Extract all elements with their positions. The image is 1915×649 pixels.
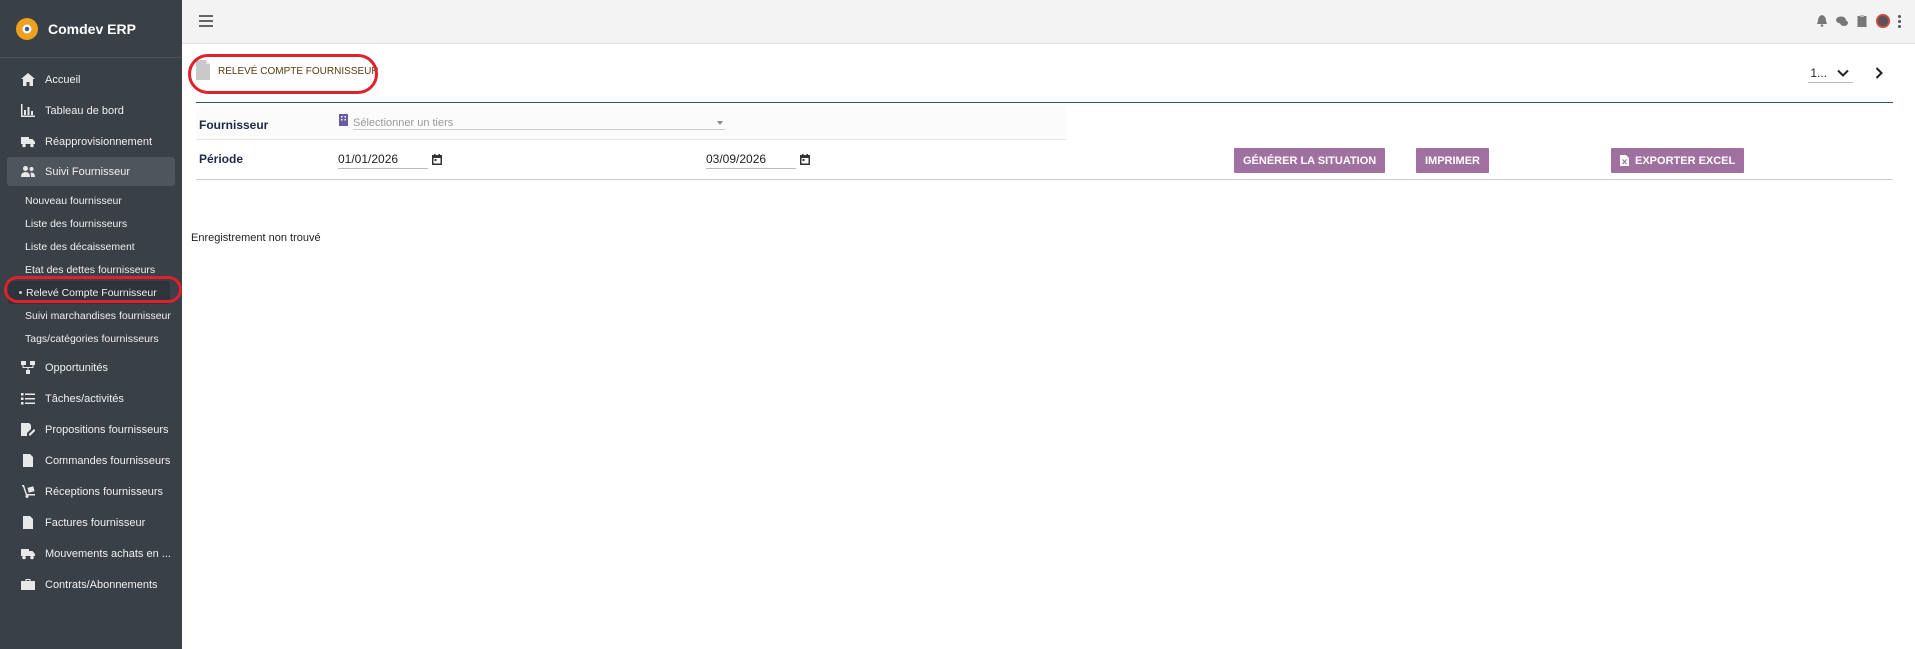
sidebar-subitem-liste-decaissement[interactable]: Liste des décaissement — [0, 235, 182, 258]
chart-icon — [20, 104, 36, 118]
sidebar-item-taches[interactable]: Tâches/activités — [0, 383, 182, 414]
filter-form: Fournisseur Sélectionner un tiers Périod… — [196, 106, 1893, 180]
brand-name: Comdev ERP — [48, 20, 136, 37]
sidebar-item-label: Mouvements achats en ... — [45, 547, 171, 560]
users-icon — [20, 165, 36, 179]
page-title: RELEVÉ COMPTE FOURNISSEUR — [218, 66, 379, 77]
doc-icon — [20, 454, 36, 468]
periode-row: Période 01/01/2026 03/09/2026 GÉNÉRER LA… — [196, 140, 1893, 180]
print-label: IMPRIMER — [1425, 154, 1480, 167]
document-icon — [196, 60, 210, 83]
tiers-select-wrap: Sélectionner un tiers — [339, 112, 725, 130]
periode-label: Période — [199, 152, 244, 166]
topbar — [182, 0, 1915, 44]
sidebar-item-accueil[interactable]: Accueil — [0, 64, 182, 95]
excel-file-icon — [1620, 155, 1629, 166]
sidebar-item-reapprovisionnement[interactable]: Réapprovisionnement — [0, 126, 182, 157]
page-header: RELEVÉ COMPTE FOURNISSEUR — [196, 60, 379, 83]
date-to-value: 03/09/2026 — [706, 152, 796, 169]
sidebar-item-label: Accueil — [45, 73, 81, 86]
sidebar-item-label: Opportunités — [45, 361, 108, 374]
sidebar-item-propositions[interactable]: Propositions fournisseurs — [0, 414, 182, 445]
empty-state-message: Enregistrement non trouvé — [191, 232, 321, 244]
caret-down-icon — [717, 120, 723, 125]
tiers-placeholder: Sélectionner un tiers — [353, 116, 454, 129]
sidebar-subitem-tags-categories[interactable]: Tags/catégories fournisseurs — [0, 327, 182, 350]
fournisseur-row: Fournisseur Sélectionner un tiers — [196, 106, 1066, 140]
sidebar-nav: Accueil Tableau de bord Réapprovisionnem… — [0, 58, 182, 600]
sidebar-item-receptions[interactable]: Réceptions fournisseurs — [0, 476, 182, 507]
sidebar-item-tableau-de-bord[interactable]: Tableau de bord — [0, 95, 182, 126]
sidebar-item-label: Tâches/activités — [45, 392, 124, 405]
more-vertical-icon[interactable] — [1898, 14, 1901, 28]
avatar[interactable] — [1876, 14, 1890, 28]
sidebar-subitem-suivi-marchandises[interactable]: Suivi marchandises fournisseur — [0, 304, 182, 327]
sidebar-item-contrats[interactable]: Contrats/Abonnements — [0, 569, 182, 600]
date-from-value: 01/01/2026 — [338, 152, 428, 169]
sidebar: Comdev ERP Accueil Tableau de bord Réapp… — [0, 0, 182, 649]
sidebar-item-commandes[interactable]: Commandes fournisseurs — [0, 445, 182, 476]
truck-icon — [20, 135, 36, 149]
chat-icon[interactable] — [1836, 15, 1848, 27]
tasks-icon — [20, 392, 36, 406]
page-select[interactable]: 1... — [1808, 66, 1853, 83]
clipboard-icon[interactable] — [1856, 15, 1868, 27]
sidebar-item-mouvements-achats[interactable]: Mouvements achats en ... — [0, 538, 182, 569]
topbar-icons — [1816, 14, 1901, 28]
sidebar-subnav: Nouveau fournisseur Liste des fournisseu… — [0, 186, 182, 352]
brand-logo-icon — [16, 17, 38, 40]
fournisseur-label: Fournisseur — [199, 118, 269, 132]
truck-icon — [20, 547, 36, 561]
sidebar-item-label: Suivi Fournisseur — [45, 165, 130, 178]
edit-doc-icon — [20, 423, 36, 437]
sidebar-item-suivi-fournisseur[interactable]: Suivi Fournisseur — [7, 157, 175, 186]
chevron-right-icon — [1875, 67, 1883, 79]
sidebar-subitem-etat-dettes[interactable]: Etat des dettes fournisseurs — [0, 258, 182, 281]
bell-icon[interactable] — [1816, 15, 1828, 27]
sidebar-item-label: Commandes fournisseurs — [45, 454, 171, 467]
network-icon — [20, 361, 36, 375]
sidebar-subitem-nouveau-fournisseur[interactable]: Nouveau fournisseur — [0, 189, 182, 212]
briefcase-icon — [20, 578, 36, 592]
page-select-value: 1... — [1810, 66, 1827, 80]
invoice-icon — [20, 516, 36, 530]
chevron-down-icon — [1837, 69, 1849, 77]
sidebar-item-label: Factures fournisseur — [45, 516, 146, 529]
brand[interactable]: Comdev ERP — [0, 0, 182, 58]
next-page-button[interactable] — [1873, 67, 1885, 82]
main-content: RELEVÉ COMPTE FOURNISSEUR 1... Fournisse… — [182, 44, 1915, 649]
calendar-icon[interactable] — [428, 153, 442, 168]
date-to-field[interactable]: 03/09/2026 — [706, 152, 810, 169]
sidebar-subitem-releve-compte[interactable]: Relevé Compte Fournisseur — [8, 281, 170, 304]
tiers-select[interactable]: Sélectionner un tiers — [353, 112, 725, 130]
hamburger-icon[interactable] — [199, 15, 213, 27]
sidebar-item-label: Réapprovisionnement — [45, 135, 153, 148]
sidebar-item-opportunites[interactable]: Opportunités — [0, 352, 182, 383]
sidebar-item-label: Tableau de bord — [45, 104, 124, 117]
sidebar-subitem-liste-fournisseurs[interactable]: Liste des fournisseurs — [0, 212, 182, 235]
dolly-icon — [20, 485, 36, 499]
print-button[interactable]: IMPRIMER — [1416, 148, 1489, 173]
building-icon — [339, 113, 348, 129]
sidebar-item-label: Propositions fournisseurs — [45, 423, 169, 436]
pager: 1... — [1808, 66, 1885, 83]
calendar-icon[interactable] — [796, 153, 810, 168]
header-separator — [196, 102, 1893, 103]
date-from-field[interactable]: 01/01/2026 — [338, 152, 442, 169]
sidebar-item-factures[interactable]: Factures fournisseur — [0, 507, 182, 538]
export-excel-button[interactable]: EXPORTER EXCEL — [1611, 148, 1745, 173]
generate-situation-button[interactable]: GÉNÉRER LA SITUATION — [1234, 148, 1386, 173]
home-icon — [20, 73, 36, 87]
export-excel-label: EXPORTER EXCEL — [1635, 154, 1736, 167]
sidebar-item-label: Réceptions fournisseurs — [45, 485, 164, 498]
generate-situation-label: GÉNÉRER LA SITUATION — [1243, 154, 1377, 167]
sidebar-item-label: Contrats/Abonnements — [45, 578, 158, 591]
